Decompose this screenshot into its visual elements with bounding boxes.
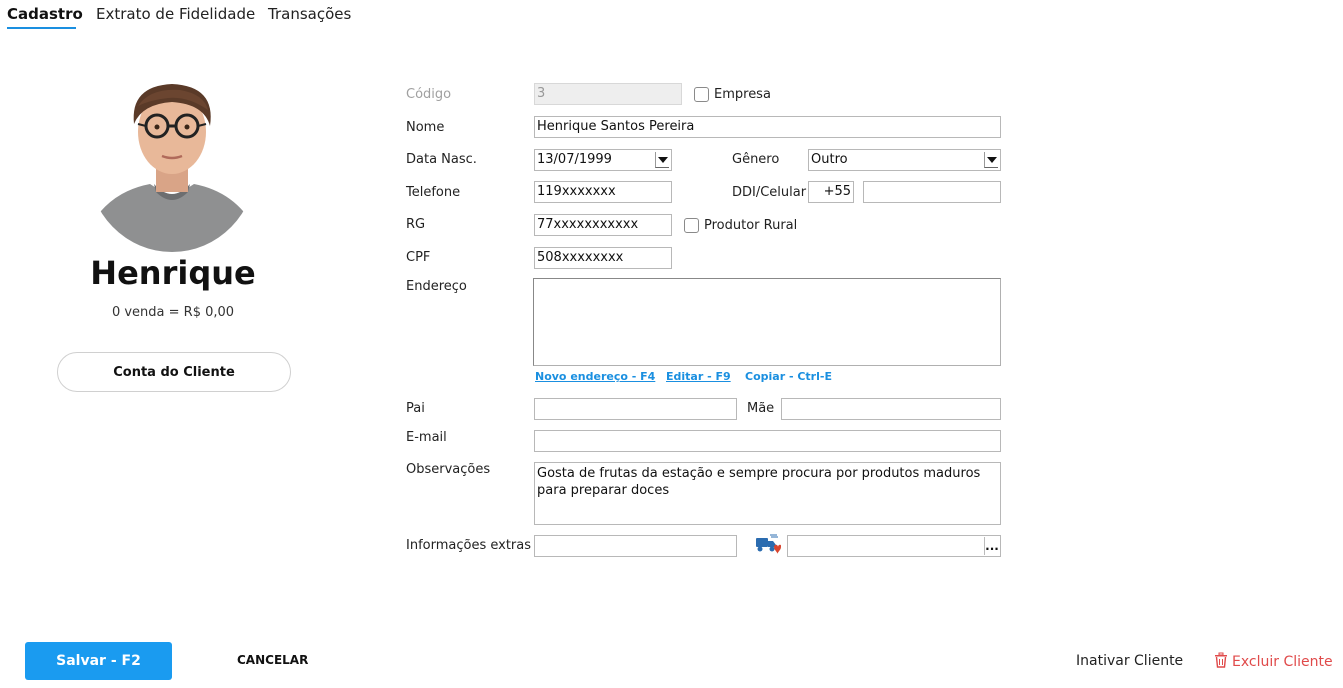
sales-summary: 0 venda = R$ 0,00 xyxy=(111,305,235,320)
copiar-endereco-link[interactable]: Copiar - Ctrl-E xyxy=(745,370,832,383)
chevron-down-icon[interactable] xyxy=(984,152,998,168)
cancel-button[interactable]: CANCELAR xyxy=(237,653,308,667)
delivery-heart-icon[interactable] xyxy=(755,533,782,557)
chevron-down-icon[interactable] xyxy=(655,152,669,168)
telefone-label: Telefone xyxy=(406,185,461,200)
genero-label: Gênero xyxy=(732,152,780,167)
observacoes-field[interactable]: Gosta de frutas da estação e sempre proc… xyxy=(534,462,1001,525)
tab-extrato-fidelidade[interactable]: Extrato de Fidelidade xyxy=(96,5,255,23)
active-tab-indicator xyxy=(7,27,76,29)
customer-name-display: Henrique xyxy=(90,254,256,292)
produtor-rural-checkbox[interactable] xyxy=(684,218,699,233)
observacoes-label: Observações xyxy=(406,462,491,477)
email-field[interactable] xyxy=(534,430,1001,452)
telefone-field[interactable]: 119xxxxxxx xyxy=(534,181,672,203)
produtor-rural-label: Produtor Rural xyxy=(704,218,798,233)
person-photo-icon xyxy=(88,80,256,252)
trash-icon xyxy=(1214,652,1228,672)
customer-avatar xyxy=(88,80,256,252)
cpf-field[interactable]: 508xxxxxxxx xyxy=(534,247,672,269)
info-extras-label: Informações extras xyxy=(406,538,531,553)
rg-field[interactable]: 77xxxxxxxxxxx xyxy=(534,214,672,236)
nome-field[interactable]: Henrique Santos Pereira xyxy=(534,116,1001,138)
mae-field[interactable] xyxy=(781,398,1001,420)
codigo-field: 3 xyxy=(534,83,682,105)
info-extras-field[interactable] xyxy=(534,535,737,557)
mae-label: Mãe xyxy=(747,401,775,416)
tab-cadastro[interactable]: Cadastro xyxy=(7,5,83,23)
pai-field[interactable] xyxy=(534,398,737,420)
celular-field[interactable] xyxy=(863,181,1001,203)
cpf-label: CPF xyxy=(406,250,431,265)
delete-customer-label: Excluir Cliente xyxy=(1232,654,1333,670)
empresa-checkbox[interactable] xyxy=(694,87,709,102)
data-nasc-label: Data Nasc. xyxy=(406,152,477,167)
endereco-label: Endereço xyxy=(406,279,467,294)
codigo-label: Código xyxy=(406,87,452,102)
novo-endereco-link[interactable]: Novo endereço - F4 xyxy=(535,370,655,383)
email-label: E-mail xyxy=(406,430,447,445)
data-nasc-value: 13/07/1999 xyxy=(537,152,612,167)
nome-label: Nome xyxy=(406,120,445,135)
genero-value: Outro xyxy=(811,152,848,167)
save-button[interactable]: Salvar - F2 xyxy=(25,642,172,680)
tab-transacoes[interactable]: Transações xyxy=(268,5,351,23)
genero-select[interactable]: Outro xyxy=(808,149,1001,171)
customer-account-button[interactable]: Conta do Cliente xyxy=(57,352,291,392)
pai-label: Pai xyxy=(406,401,425,416)
endereco-field[interactable] xyxy=(533,278,1001,366)
ddi-field[interactable]: +55 xyxy=(808,181,854,203)
rg-label: RG xyxy=(406,217,426,232)
empresa-label: Empresa xyxy=(714,87,771,102)
editar-endereco-link[interactable]: Editar - F9 xyxy=(666,370,731,383)
data-nasc-field[interactable]: 13/07/1999 xyxy=(534,149,672,171)
delete-customer-button[interactable]: Excluir Cliente xyxy=(1214,652,1333,672)
ddi-celular-label: DDI/Celular xyxy=(732,185,807,200)
info-extras-lookup-field[interactable]: ... xyxy=(787,535,1001,557)
ellipsis-icon[interactable]: ... xyxy=(984,537,999,555)
inactivate-customer-button[interactable]: Inativar Cliente xyxy=(1076,653,1183,669)
